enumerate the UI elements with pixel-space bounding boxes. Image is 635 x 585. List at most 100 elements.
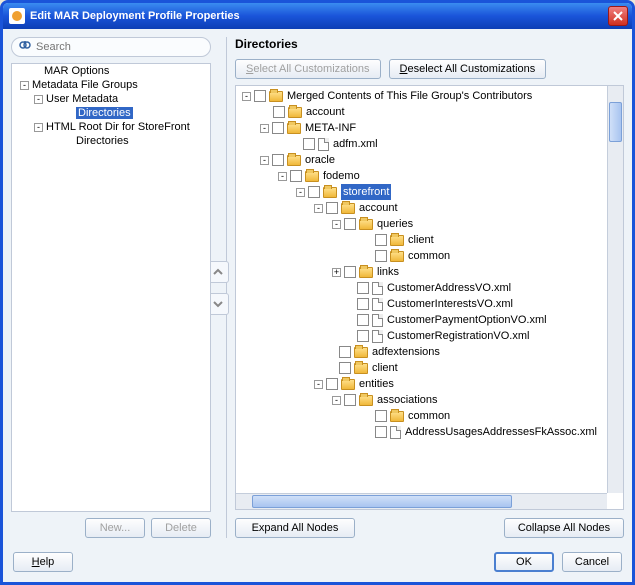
folder-icon <box>390 251 404 262</box>
directory-tree-row[interactable]: -META-INF <box>238 120 605 136</box>
collapse-icon[interactable]: - <box>332 220 341 229</box>
tree-item-label: Directories <box>76 136 129 148</box>
collapse-icon[interactable]: - <box>260 156 269 165</box>
checkbox[interactable] <box>272 154 284 166</box>
nav-tree-item[interactable]: Directories <box>12 134 210 148</box>
collapse-icon[interactable]: - <box>314 380 323 389</box>
collapse-icon[interactable]: - <box>296 188 305 197</box>
collapse-icon[interactable]: - <box>20 81 29 90</box>
folder-icon <box>323 187 337 198</box>
directory-tree-row[interactable]: -storefront <box>238 184 605 200</box>
directory-tree-row[interactable]: CustomerAddressVO.xml <box>238 280 605 296</box>
app-icon <box>9 8 25 24</box>
folder-icon <box>341 203 355 214</box>
collapse-icon[interactable]: - <box>34 123 43 132</box>
directory-tree-row[interactable]: -entities <box>238 376 605 392</box>
directory-tree-row[interactable]: client <box>238 232 605 248</box>
folder-icon <box>288 107 302 118</box>
tree-node-label: client <box>408 232 434 248</box>
checkbox[interactable] <box>357 282 369 294</box>
directories-tree[interactable]: -Merged Contents of This File Group's Co… <box>236 86 607 493</box>
horizontal-scrollbar[interactable] <box>236 493 607 509</box>
directory-tree-row[interactable]: CustomerPaymentOptionVO.xml <box>238 312 605 328</box>
collapse-icon[interactable]: - <box>242 92 251 101</box>
checkbox[interactable] <box>357 330 369 342</box>
right-column: Directories Select All Customizations De… <box>235 37 624 538</box>
directory-tree-row[interactable]: -fodemo <box>238 168 605 184</box>
checkbox[interactable] <box>344 266 356 278</box>
tree-node-label: account <box>359 200 398 216</box>
collapse-icon[interactable]: - <box>314 204 323 213</box>
checkbox[interactable] <box>357 314 369 326</box>
checkbox[interactable] <box>326 378 338 390</box>
directory-tree-row[interactable]: account <box>238 104 605 120</box>
tree-node-label: common <box>408 248 450 264</box>
ok-button[interactable]: OK <box>494 552 554 572</box>
checkbox[interactable] <box>303 138 315 150</box>
folder-icon <box>354 347 368 358</box>
checkbox[interactable] <box>344 394 356 406</box>
tree-node-label: adfm.xml <box>333 136 378 152</box>
checkbox[interactable] <box>375 250 387 262</box>
help-button[interactable]: Help <box>13 552 73 572</box>
nav-tree-item[interactable]: MAR Options <box>12 64 210 78</box>
checkbox[interactable] <box>290 170 302 182</box>
directory-tree-row[interactable]: client <box>238 360 605 376</box>
checkbox[interactable] <box>375 410 387 422</box>
tree-node-label: CustomerRegistrationVO.xml <box>387 328 529 344</box>
vertical-scrollbar[interactable] <box>607 86 623 493</box>
nav-tree-item[interactable]: -Metadata File Groups <box>12 78 210 92</box>
collapse-icon[interactable]: - <box>332 396 341 405</box>
checkbox[interactable] <box>272 122 284 134</box>
directory-tree-row[interactable]: common <box>238 248 605 264</box>
directory-tree-row[interactable]: - oracle <box>238 152 605 168</box>
directory-tree-row[interactable]: common <box>238 408 605 424</box>
checkbox[interactable] <box>339 362 351 374</box>
folder-icon <box>390 411 404 422</box>
directory-tree-row[interactable]: CustomerInterestsVO.xml <box>238 296 605 312</box>
checkbox[interactable] <box>375 426 387 438</box>
directory-tree-row[interactable]: CustomerRegistrationVO.xml <box>238 328 605 344</box>
navigator-tree[interactable]: MAR Options-Metadata File Groups-User Me… <box>11 63 211 512</box>
new-button[interactable]: New... <box>85 518 145 538</box>
expand-icon[interactable]: + <box>332 268 341 277</box>
directory-tree-row[interactable]: -associations <box>238 392 605 408</box>
checkbox[interactable] <box>308 186 320 198</box>
expand-all-button[interactable]: Expand All Nodes <box>235 518 355 538</box>
tree-node-label: links <box>377 264 399 280</box>
collapse-icon[interactable]: - <box>34 95 43 104</box>
checkbox[interactable] <box>273 106 285 118</box>
directory-tree-row[interactable]: -Merged Contents of This File Group's Co… <box>238 88 605 104</box>
nav-tree-item[interactable]: -User Metadata <box>12 92 210 106</box>
delete-button[interactable]: Delete <box>151 518 211 538</box>
tree-node-label: oracle <box>305 152 335 168</box>
directory-tree-row[interactable]: AddressUsagesAddressesFkAssoc.xml <box>238 424 605 440</box>
collapse-all-button[interactable]: Collapse All Nodes <box>504 518 624 538</box>
directory-tree-row[interactable]: + links <box>238 264 605 280</box>
scrollbar-thumb[interactable] <box>252 495 512 508</box>
file-icon <box>372 282 383 295</box>
select-all-customizations-button[interactable]: Select All Customizations <box>235 59 381 79</box>
file-icon <box>372 314 383 327</box>
checkbox[interactable] <box>339 346 351 358</box>
checkbox[interactable] <box>254 90 266 102</box>
checkbox[interactable] <box>357 298 369 310</box>
deselect-all-customizations-button[interactable]: Deselect All Customizations <box>389 59 547 79</box>
directory-tree-row[interactable]: - account <box>238 200 605 216</box>
scrollbar-thumb[interactable] <box>609 102 622 142</box>
nav-tree-item[interactable]: Directories <box>12 106 210 120</box>
checkbox[interactable] <box>375 234 387 246</box>
checkbox[interactable] <box>326 202 338 214</box>
collapse-icon[interactable]: - <box>278 172 287 181</box>
checkbox[interactable] <box>344 218 356 230</box>
cancel-button[interactable]: Cancel <box>562 552 622 572</box>
directory-tree-row[interactable]: adfm.xml <box>238 136 605 152</box>
nav-tree-item[interactable]: -HTML Root Dir for StoreFront <box>12 120 210 134</box>
file-icon <box>372 330 383 343</box>
search-input[interactable] <box>36 41 204 53</box>
tree-node-label: AddressUsagesAddressesFkAssoc.xml <box>405 424 597 440</box>
collapse-icon[interactable]: - <box>260 124 269 133</box>
close-icon[interactable] <box>608 6 628 26</box>
directory-tree-row[interactable]: adfextensions <box>238 344 605 360</box>
directory-tree-row[interactable]: -queries <box>238 216 605 232</box>
